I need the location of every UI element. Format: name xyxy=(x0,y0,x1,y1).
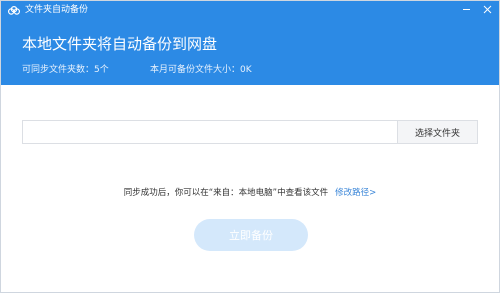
title-bar: 文件夹自动备份 xyxy=(1,1,499,21)
minimize-icon xyxy=(462,8,470,10)
cloud-sync-icon xyxy=(8,6,20,15)
page-title: 本地文件夹将自动备份到网盘 xyxy=(22,35,218,53)
change-path-link[interactable]: 修改路径> xyxy=(335,188,376,198)
close-icon xyxy=(483,5,491,13)
folder-path-input[interactable] xyxy=(22,120,397,144)
window-title: 文件夹自动备份 xyxy=(25,5,89,15)
header-banner: 文件夹自动备份 本地文件夹将自动备份到网盘 可同步文件夹数：5个 本月可备份文件… xyxy=(1,1,499,85)
hint-text: 同步成功后，你可以在“来自：本地电脑”中查看该文件 xyxy=(123,188,329,198)
backup-now-label: 立即备份 xyxy=(229,229,273,242)
minimize-button[interactable] xyxy=(458,2,474,16)
backup-now-button[interactable]: 立即备份 xyxy=(194,219,308,251)
hint-line: 同步成功后，你可以在“来自：本地电脑”中查看该文件 修改路径> xyxy=(1,187,499,199)
close-button[interactable] xyxy=(479,2,495,16)
choose-folder-label: 选择文件夹 xyxy=(414,128,460,139)
monthly-size-text: 本月可备份文件大小：0K xyxy=(150,65,252,75)
choose-folder-button[interactable]: 选择文件夹 xyxy=(397,120,478,144)
sync-count-text: 可同步文件夹数：5个 xyxy=(22,65,109,75)
backup-dialog: 文件夹自动备份 本地文件夹将自动备份到网盘 可同步文件夹数：5个 本月可备份文件… xyxy=(0,0,500,293)
